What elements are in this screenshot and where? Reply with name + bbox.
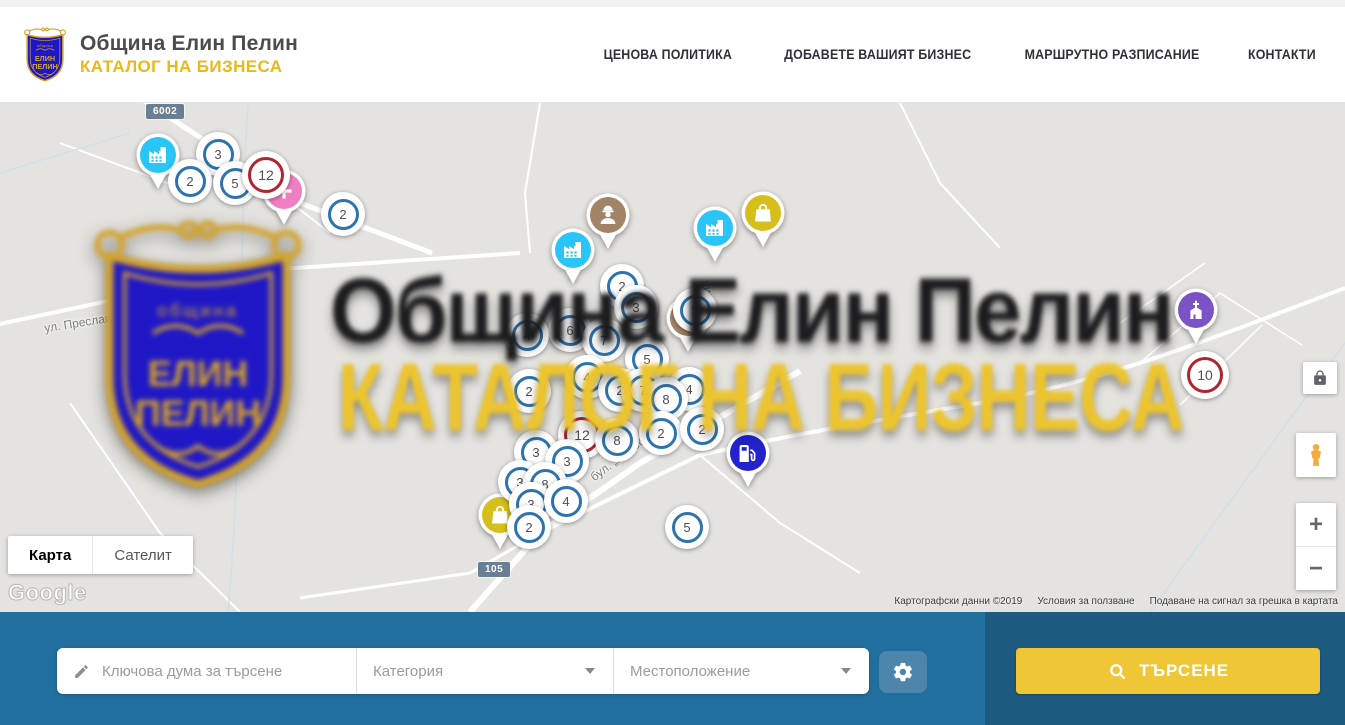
nav-item[interactable]: ДОБАВЕТЕ ВАШИЯТ БИЗНЕС — [784, 47, 971, 62]
cluster-marker[interactable]: 4 — [505, 313, 549, 357]
attribution-link[interactable]: Условия за ползване — [1037, 596, 1134, 607]
logo-title: Община Елин Пелин — [80, 32, 298, 56]
google-logo: Google — [8, 580, 87, 606]
logo-text: Община Елин Пелин КАТАЛОГ НА БИЗНЕСА — [80, 32, 298, 77]
cluster-marker[interactable]: 8 — [595, 418, 639, 462]
top-strip — [0, 0, 1345, 7]
lock-control-button[interactable] — [1303, 362, 1337, 394]
zoom-in-button[interactable]: + — [1296, 503, 1336, 547]
cluster-marker[interactable]: 3 — [614, 285, 658, 329]
search-bar: Категория Местоположение ТЪРСЕНЕ — [0, 612, 1345, 725]
street-view-pegman-button[interactable] — [1296, 433, 1336, 477]
nav-item[interactable]: ЦЕНОВА ПОЛИТИКА — [604, 47, 733, 62]
advanced-settings-button[interactable] — [879, 651, 927, 693]
pin-marker-bag[interactable] — [740, 191, 786, 248]
nav-item[interactable]: МАРШРУТНО РАЗПИСАНИЕ — [1025, 47, 1200, 62]
map-data-copyright: Картографски данни ©2019 — [894, 596, 1022, 607]
chevron-down-icon — [585, 668, 595, 674]
cluster-marker[interactable]: 2 — [321, 192, 365, 236]
cluster-marker[interactable]: 4 — [544, 479, 588, 523]
map-type-control: Карта Сателит — [8, 536, 193, 574]
marker-layer: 3251222356475427482128223338342510 — [0, 103, 1345, 612]
map-canvas[interactable]: 6002105 ул. Преславбул. „Новоселция 3251… — [0, 103, 1345, 612]
zoom-control: + − — [1296, 503, 1336, 590]
category-select-label: Категория — [373, 663, 443, 680]
lock-icon — [1311, 369, 1329, 387]
map-type-map-button[interactable]: Карта — [8, 536, 92, 574]
municipality-crest-icon — [22, 26, 68, 83]
search-button[interactable]: ТЪРСЕНЕ — [1016, 648, 1320, 694]
cluster-marker[interactable]: 12 — [242, 151, 290, 199]
keyword-field — [57, 648, 357, 694]
cluster-marker[interactable]: 10 — [1181, 351, 1229, 399]
header: Община Елин Пелин КАТАЛОГ НА БИЗНЕСА ЦЕН… — [0, 7, 1345, 103]
nav-item[interactable]: КОНТАКТИ — [1248, 47, 1316, 62]
pencil-icon — [73, 662, 90, 681]
pin-marker-fuel[interactable] — [725, 431, 771, 488]
map-attribution: Картографски данни ©2019 Условия за ползв… — [894, 596, 1338, 607]
attribution-link[interactable]: Подаване на сигнал за грешка в картата — [1150, 596, 1338, 607]
category-select[interactable]: Категория — [357, 648, 613, 694]
location-select[interactable]: Местоположение — [613, 648, 869, 694]
logo-subtitle: КАТАЛОГ НА БИЗНЕСА — [80, 57, 298, 77]
chevron-down-icon — [841, 668, 851, 674]
keyword-input[interactable] — [102, 663, 344, 680]
search-button-label: ТЪРСЕНЕ — [1139, 661, 1229, 681]
search-fields: Категория Местоположение — [57, 648, 869, 694]
cluster-marker[interactable]: 2 — [507, 505, 551, 549]
cluster-marker[interactable]: 2 — [639, 411, 683, 455]
gear-icon — [892, 661, 914, 683]
page: Община Елин Пелин КАТАЛОГ НА БИЗНЕСА ЦЕН… — [0, 0, 1345, 725]
map-type-satellite-button[interactable]: Сателит — [92, 536, 193, 574]
cluster-marker[interactable]: 2 — [680, 407, 724, 451]
cluster-marker[interactable]: 5 — [665, 505, 709, 549]
zoom-out-button[interactable]: − — [1296, 547, 1336, 590]
search-icon — [1107, 661, 1128, 682]
pegman-icon — [1303, 440, 1329, 470]
main-nav: ЦЕНОВА ПОЛИТИКА ДОБАВЕТЕ ВАШИЯТ БИЗНЕС МАР… — [598, 47, 1319, 62]
pin-marker-church[interactable] — [1173, 288, 1219, 345]
pin-marker-worker[interactable] — [585, 193, 631, 250]
cluster-marker[interactable]: 5 — [673, 288, 717, 332]
cluster-marker[interactable]: 2 — [507, 369, 551, 413]
cluster-marker[interactable]: 2 — [168, 159, 212, 203]
pin-marker-factory[interactable] — [692, 206, 738, 263]
location-select-label: Местоположение — [630, 663, 750, 680]
site-logo[interactable]: Община Елин Пелин КАТАЛОГ НА БИЗНЕСА — [22, 26, 298, 83]
